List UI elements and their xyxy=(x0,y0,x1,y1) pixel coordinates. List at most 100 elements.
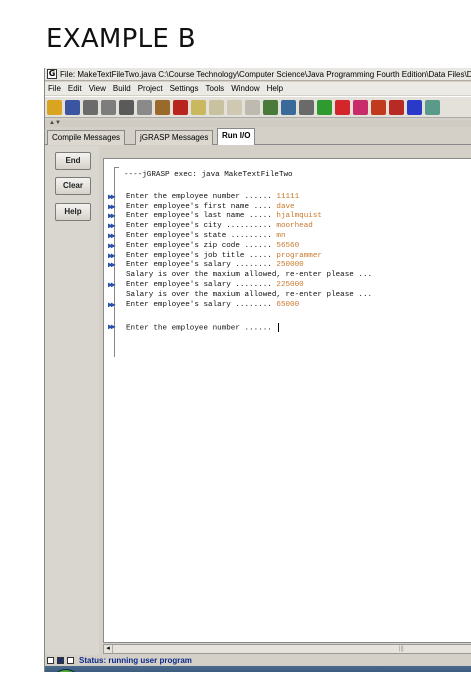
start-button-icon[interactable] xyxy=(51,669,81,672)
scroll-left-icon[interactable]: ◂ xyxy=(104,645,113,653)
user-input-value: 65000 xyxy=(276,300,300,309)
prompt-text: Salary is over the maxium allowed, re-en… xyxy=(126,290,373,299)
user-input-value: mn xyxy=(276,231,286,240)
menu-file[interactable]: File xyxy=(48,84,61,93)
extra-icon[interactable] xyxy=(425,100,440,115)
tab-run-i-o[interactable]: Run I/O xyxy=(217,128,256,145)
end-button[interactable]: End xyxy=(55,152,91,170)
console-output: ----jGRASP exec: java MakeTextFileTwo ▶▶ E… xyxy=(104,171,471,333)
book-icon[interactable] xyxy=(299,100,314,115)
jgrasp-app-icon: G xyxy=(47,69,57,79)
menu-build[interactable]: Build xyxy=(113,84,131,93)
menu-project[interactable]: Project xyxy=(138,84,163,93)
console-line-text: Salary is over the maxium allowed, re-en… xyxy=(126,271,372,281)
print-icon[interactable] xyxy=(101,100,116,115)
save-icon[interactable] xyxy=(65,100,80,115)
help-button[interactable]: Help xyxy=(55,203,91,221)
chart-icon[interactable] xyxy=(263,100,278,115)
console-line: ▶▶ Enter employee's salary ........ 65000 xyxy=(104,301,471,311)
toolbar xyxy=(45,96,471,118)
run-io-console[interactable]: ----jGRASP exec: java MakeTextFileTwo ▶▶ E… xyxy=(103,158,471,643)
user-input-value: 225000 xyxy=(276,280,304,289)
console-line: Salary is over the maxium allowed, re-en… xyxy=(104,271,471,281)
status-toggle-icon[interactable] xyxy=(47,657,54,664)
input-prompt-arrow-icon: ▶▶ xyxy=(108,222,116,232)
text-cursor[interactable] xyxy=(278,323,280,333)
status-text: Status: running user program xyxy=(79,656,192,665)
console-line: ▶▶ Enter employee's job title ..... progr… xyxy=(104,252,471,262)
user-input-value: 250000 xyxy=(276,261,304,270)
console-line-text: Enter employee's city .......... moorhea… xyxy=(126,222,313,232)
compile-icon[interactable] xyxy=(317,100,332,115)
jgrasp-window: G File: MakeTextFileTwo.java C:\Course Te… xyxy=(44,68,471,672)
debug-icon[interactable] xyxy=(353,100,368,115)
console-line: ▶▶ Enter employee's state ......... mn xyxy=(104,232,471,242)
prompt-text: Enter employee's salary ........ xyxy=(126,280,277,289)
menu-tools[interactable]: Tools xyxy=(206,84,225,93)
remove-csd-icon[interactable] xyxy=(209,100,224,115)
menu-help[interactable]: Help xyxy=(267,84,283,93)
menu-edit[interactable]: Edit xyxy=(68,84,82,93)
console-line-text: Enter employee's zip code ...... 56560 xyxy=(126,242,299,252)
console-line-text: Enter the employee number ...... xyxy=(126,323,280,334)
exec-header-text: ----jGRASP exec: java MakeTextFileTwo xyxy=(124,171,293,179)
window-icon[interactable] xyxy=(407,100,422,115)
paste-icon[interactable] xyxy=(155,100,170,115)
user-input-value: programmer xyxy=(276,251,322,260)
splitter-handle[interactable]: ▲▼ xyxy=(45,120,471,127)
console-line: ▶▶ Enter the employee number ...... 11111 xyxy=(104,193,471,203)
step-icon[interactable] xyxy=(371,100,386,115)
menu-settings[interactable]: Settings xyxy=(170,84,199,93)
undo-icon[interactable] xyxy=(173,100,188,115)
input-prompt-arrow-icon: ▶▶ xyxy=(108,261,116,271)
input-prompt-arrow-icon: ▶▶ xyxy=(108,251,116,261)
open-folder-icon[interactable] xyxy=(47,100,62,115)
console-line-text: Enter employee's salary ........ 65000 xyxy=(126,301,299,311)
line-numbers-icon[interactable] xyxy=(245,100,260,115)
prompt-text: Enter employee's first name .... xyxy=(126,202,277,211)
apple-icon[interactable] xyxy=(389,100,404,115)
slide-title: EXAMPLE B xyxy=(46,24,196,54)
user-input-value: moorhead xyxy=(276,222,313,231)
input-prompt-arrow-icon: ▶▶ xyxy=(108,192,116,202)
console-line-text: Enter employee's first name .... dave xyxy=(126,203,295,213)
prompt-text: Enter employee's zip code ...... xyxy=(126,241,277,250)
side-button-panel: End Clear Help xyxy=(45,146,99,656)
prompt-text: Salary is over the maxium allowed, re-en… xyxy=(126,271,373,280)
fold-icon[interactable] xyxy=(227,100,242,115)
status-toggle-icon[interactable] xyxy=(67,657,74,664)
input-prompt-arrow-icon: ▶▶ xyxy=(108,280,116,290)
status-bar: Status: running user program xyxy=(45,655,471,666)
console-line-text: Enter employee's last name ..... hjalmqu… xyxy=(126,212,322,222)
console-line-text: Enter employee's state ......... mn xyxy=(126,232,286,242)
title-bar: G File: MakeTextFileTwo.java C:\Course Te… xyxy=(45,68,471,81)
horizontal-scrollbar[interactable]: ◂ ||| xyxy=(103,644,471,654)
console-line: ▶▶ Enter the employee number ...... xyxy=(104,323,471,333)
uml-icon[interactable] xyxy=(281,100,296,115)
prompt-text: Enter the employee number ...... xyxy=(126,324,277,333)
input-prompt-arrow-icon: ▶▶ xyxy=(108,300,116,310)
console-line-text: Enter employee's salary ........ 250000 xyxy=(126,261,304,271)
tab-compile-messages[interactable]: Compile Messages xyxy=(47,130,126,145)
input-prompt-arrow-icon: ▶▶ xyxy=(108,212,116,222)
console-line: ▶▶ Enter employee's salary ........ 22500… xyxy=(104,281,471,291)
status-toggle-icon[interactable] xyxy=(57,657,64,664)
user-input-value: 56560 xyxy=(276,241,300,250)
window-title: File: MakeTextFileTwo.java C:\Course Tec… xyxy=(60,70,471,79)
menu-window[interactable]: Window xyxy=(231,84,259,93)
generate-csd-icon[interactable] xyxy=(191,100,206,115)
save-all-icon[interactable] xyxy=(83,100,98,115)
message-tabs: Compile Messages jGRASP Messages Run I/O xyxy=(45,128,471,145)
input-prompt-arrow-icon: ▶▶ xyxy=(108,202,116,212)
cut-icon[interactable] xyxy=(119,100,134,115)
user-input-value: 11111 xyxy=(276,192,300,201)
run-icon[interactable] xyxy=(335,100,350,115)
tab-jgrasp-messages[interactable]: jGRASP Messages xyxy=(135,130,214,145)
prompt-text: Enter employee's last name ..... xyxy=(126,212,277,221)
menu-bar: File Edit View Build Project Settings Tools Win… xyxy=(45,82,471,95)
console-line: ▶▶ Enter employee's city .......... moorh… xyxy=(104,222,471,232)
copy-icon[interactable] xyxy=(137,100,152,115)
prompt-text: Enter employee's salary ........ xyxy=(126,300,277,309)
clear-button[interactable]: Clear xyxy=(55,177,91,195)
menu-view[interactable]: View xyxy=(89,84,106,93)
